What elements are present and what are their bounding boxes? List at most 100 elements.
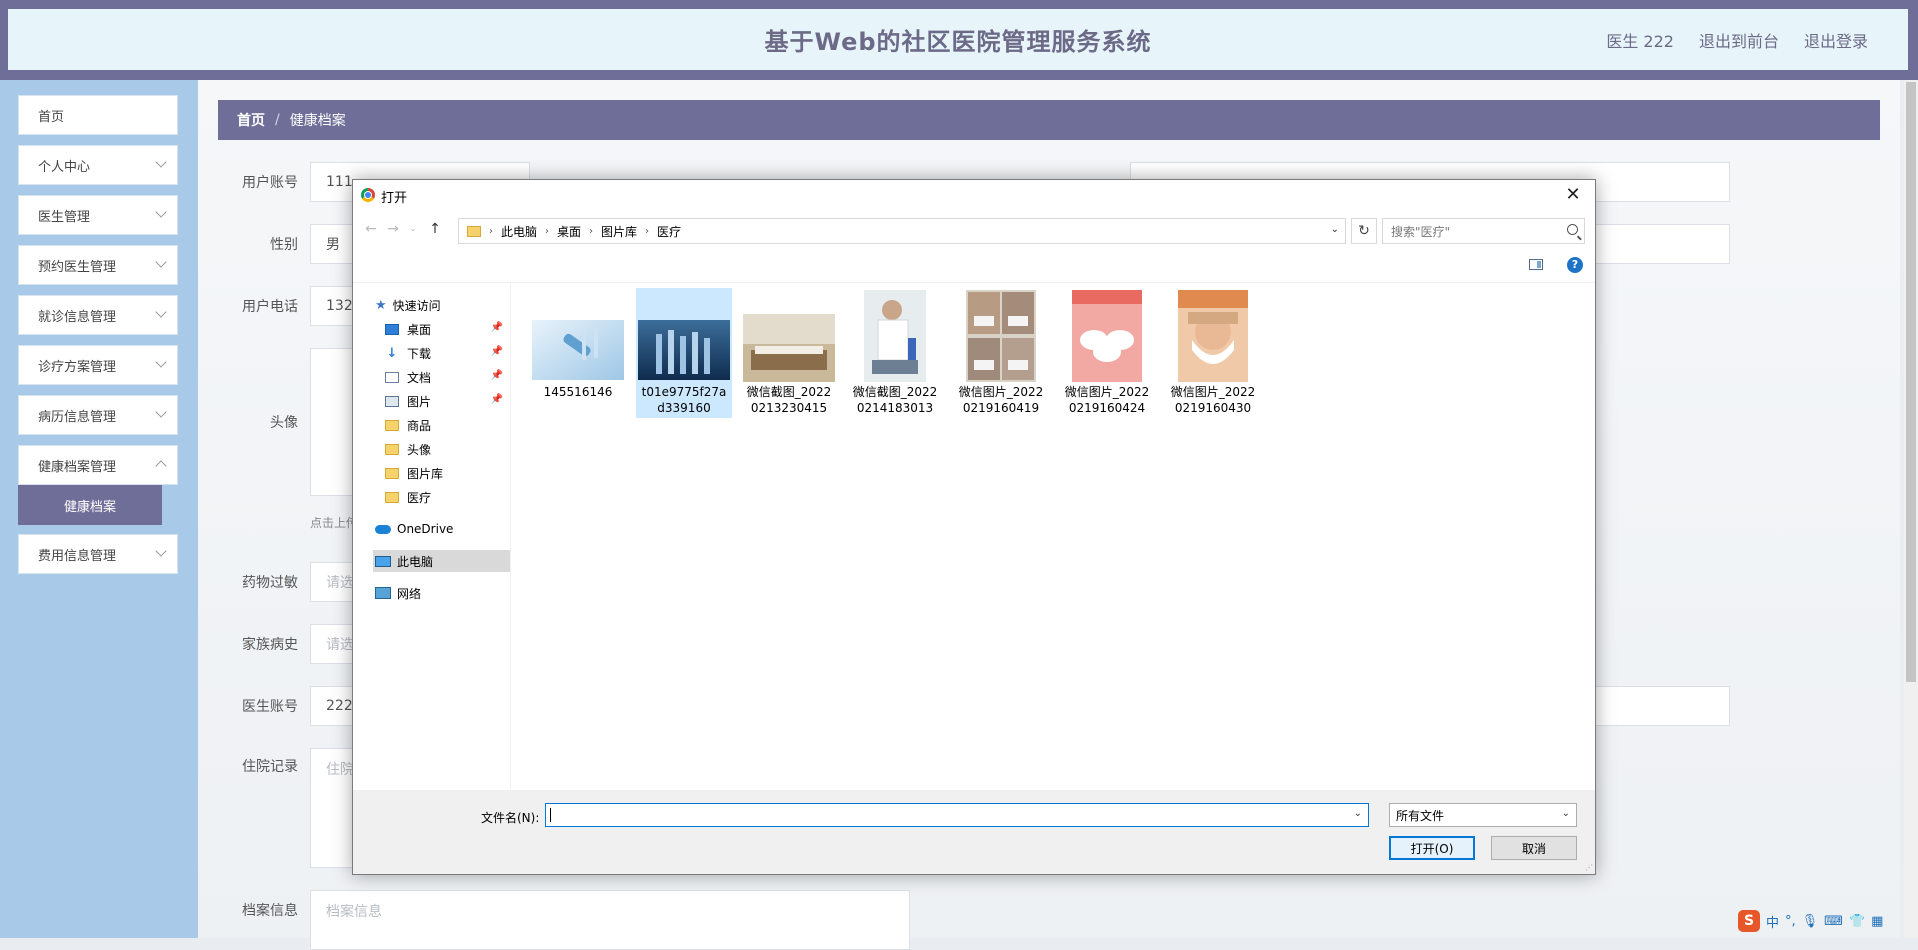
gender-label: 性别 bbox=[270, 237, 298, 253]
path-crumb[interactable]: 此电脑 bbox=[501, 223, 537, 240]
nav-network[interactable]: 网络 bbox=[375, 582, 421, 604]
forward-arrow-icon[interactable]: → bbox=[383, 219, 403, 239]
sidebar-item-home[interactable]: 首页 bbox=[18, 95, 178, 135]
open-file-dialog: 打开 ✕ ← → ⌄ ↑ › 此电脑 › 桌面 › 图片库 › 医疗 ⌄ ↻ 搜… bbox=[352, 179, 1596, 875]
cancel-button[interactable]: 取消 bbox=[1491, 836, 1577, 860]
sidebar-item-doctor-management[interactable]: 医生管理 bbox=[18, 195, 178, 235]
file-thumbnail bbox=[1072, 290, 1142, 382]
sidebar-subitem-health-archive[interactable]: 健康档案 bbox=[18, 485, 162, 525]
filename-input[interactable]: ⌄ bbox=[545, 803, 1369, 827]
archive-info-textarea[interactable]: 档案信息 bbox=[310, 890, 910, 950]
nav-label: 下载 bbox=[407, 346, 432, 361]
file-item[interactable]: 微信截图_20220213230415 bbox=[741, 288, 837, 418]
sidebar-item-label: 首页 bbox=[38, 109, 65, 125]
page-scroll-thumb[interactable] bbox=[1906, 82, 1916, 682]
breadcrumb-home[interactable]: 首页 bbox=[237, 110, 265, 130]
nav-quick-access[interactable]: ★ 快速访问 bbox=[375, 294, 441, 316]
ime-mode[interactable]: 中 bbox=[1766, 912, 1779, 931]
nav-this-pc[interactable]: 此电脑 bbox=[373, 550, 510, 572]
folder-icon bbox=[385, 491, 399, 503]
header: 基于Web的社区医院管理服务系统 医生 222 退出到前台 退出登录 bbox=[8, 9, 1908, 70]
back-arrow-icon[interactable]: ← bbox=[361, 219, 381, 239]
pin-icon: 📌 bbox=[490, 394, 503, 405]
address-bar[interactable]: › 此电脑 › 桌面 › 图片库 › 医疗 ⌄ bbox=[458, 218, 1346, 244]
chevron-down-icon[interactable]: ⌄ bbox=[1354, 808, 1362, 819]
file-thumbnail bbox=[966, 290, 1036, 382]
open-button[interactable]: 打开(O) bbox=[1389, 836, 1475, 860]
path-crumb[interactable]: 桌面 bbox=[557, 223, 581, 240]
nav-label: 文档 bbox=[407, 370, 432, 385]
recent-chevron-icon[interactable]: ⌄ bbox=[403, 219, 423, 239]
sogou-logo-icon[interactable]: S bbox=[1738, 910, 1760, 932]
preview-pane-icon[interactable] bbox=[1529, 259, 1543, 270]
microphone-icon[interactable]: 🎙 bbox=[1802, 914, 1819, 929]
nav-label: 头像 bbox=[407, 442, 432, 457]
nav-folder-picture-library[interactable]: 图片库 bbox=[385, 462, 443, 484]
nav-label: 网络 bbox=[397, 586, 422, 601]
dialog-footer: 文件名(N): ⌄ 所有文件 ⌄ 打开(O) 取消 ⋰ bbox=[353, 790, 1595, 874]
document-icon bbox=[385, 371, 399, 383]
sidebar-item-medical-record-management[interactable]: 病历信息管理 bbox=[18, 395, 178, 435]
sidebar-item-appointment-management[interactable]: 预约医生管理 bbox=[18, 245, 178, 285]
chevron-down-icon bbox=[155, 306, 167, 318]
search-input[interactable]: 搜索"医疗" bbox=[1382, 218, 1585, 244]
search-placeholder: 搜索"医疗" bbox=[1391, 224, 1451, 239]
up-arrow-icon[interactable]: ↑ bbox=[425, 219, 445, 239]
file-item[interactable]: 微信截图_20220214183013 bbox=[847, 288, 943, 418]
folder-icon bbox=[385, 467, 399, 479]
help-icon[interactable]: ? bbox=[1567, 257, 1583, 273]
breadcrumb-current: 健康档案 bbox=[289, 113, 346, 129]
network-icon bbox=[375, 587, 391, 599]
dialog-titlebar[interactable]: 打开 ✕ bbox=[353, 180, 1595, 210]
header-actions: 医生 222 退出到前台 退出登录 bbox=[1606, 9, 1868, 70]
chevron-down-icon bbox=[155, 256, 167, 268]
chevron-down-icon bbox=[155, 545, 167, 557]
file-item[interactable]: 微信图片_20220219160430 bbox=[1165, 288, 1261, 418]
sidebar-item-fee-management[interactable]: 费用信息管理 bbox=[18, 534, 178, 574]
sidebar-item-visit-management[interactable]: 就诊信息管理 bbox=[18, 295, 178, 335]
filetype-select[interactable]: 所有文件 ⌄ bbox=[1389, 803, 1577, 827]
sidebar-item-label: 医生管理 bbox=[38, 209, 91, 225]
sidebar-item-personal-center[interactable]: 个人中心 bbox=[18, 145, 178, 185]
path-separator-icon: › bbox=[645, 225, 650, 237]
path-separator-icon: › bbox=[589, 225, 594, 237]
nav-label: OneDrive bbox=[397, 522, 454, 536]
nav-onedrive[interactable]: OneDrive bbox=[375, 518, 453, 540]
file-thumbnail bbox=[638, 320, 730, 380]
breadcrumb: 首页 / 健康档案 bbox=[218, 100, 1880, 140]
page-title: 基于Web的社区医院管理服务系统 bbox=[764, 28, 1152, 56]
exit-to-front-link[interactable]: 退出到前台 bbox=[1699, 28, 1779, 52]
nav-folder-avatar[interactable]: 头像 bbox=[385, 438, 431, 460]
chevron-down-icon[interactable]: ⌄ bbox=[1331, 224, 1339, 235]
sidebar-item-label: 就诊信息管理 bbox=[38, 309, 117, 325]
nav-folder-medical[interactable]: 医疗 bbox=[385, 486, 431, 508]
file-item[interactable]: 微信图片_20220219160419 bbox=[953, 288, 1049, 418]
nav-folder-goods[interactable]: 商品 bbox=[385, 414, 431, 436]
file-item[interactable]: 145516146 bbox=[530, 288, 626, 418]
file-item[interactable]: t01e9775f27ad339160 bbox=[636, 288, 732, 418]
logout-link[interactable]: 退出登录 bbox=[1804, 28, 1868, 52]
refresh-icon[interactable]: ↻ bbox=[1351, 218, 1377, 244]
nav-desktop[interactable]: 桌面 📌 bbox=[385, 318, 503, 340]
desktop-icon bbox=[385, 323, 399, 335]
computer-icon bbox=[375, 555, 391, 567]
avatar-label: 头像 bbox=[270, 415, 298, 431]
nav-documents[interactable]: 文档 📌 bbox=[385, 366, 503, 388]
ime-punct[interactable]: °, bbox=[1785, 914, 1796, 929]
resize-grip-icon[interactable]: ⋰ bbox=[1585, 863, 1593, 872]
nav-downloads[interactable]: ↓ 下载 📌 bbox=[385, 342, 503, 364]
close-icon[interactable]: ✕ bbox=[1561, 183, 1585, 207]
path-crumb[interactable]: 图片库 bbox=[601, 223, 637, 240]
keyboard-icon[interactable]: ⌨ bbox=[1824, 914, 1843, 929]
sidebar-item-treatment-plan-management[interactable]: 诊疗方案管理 bbox=[18, 345, 178, 385]
nav-label: 图片 bbox=[407, 394, 432, 409]
sidebar-item-health-archive-management[interactable]: 健康档案管理 bbox=[18, 445, 178, 485]
text-caret bbox=[550, 808, 551, 822]
toolbox-icon[interactable]: ▦ bbox=[1871, 914, 1883, 929]
nav-pictures[interactable]: 图片 📌 bbox=[385, 390, 503, 412]
nav-label: 商品 bbox=[407, 418, 432, 433]
skin-icon[interactable]: 👕 bbox=[1849, 914, 1865, 929]
file-item[interactable]: 微信图片_20220219160424 bbox=[1059, 288, 1155, 418]
nav-label: 图片库 bbox=[407, 466, 444, 481]
path-crumb[interactable]: 医疗 bbox=[657, 223, 681, 240]
